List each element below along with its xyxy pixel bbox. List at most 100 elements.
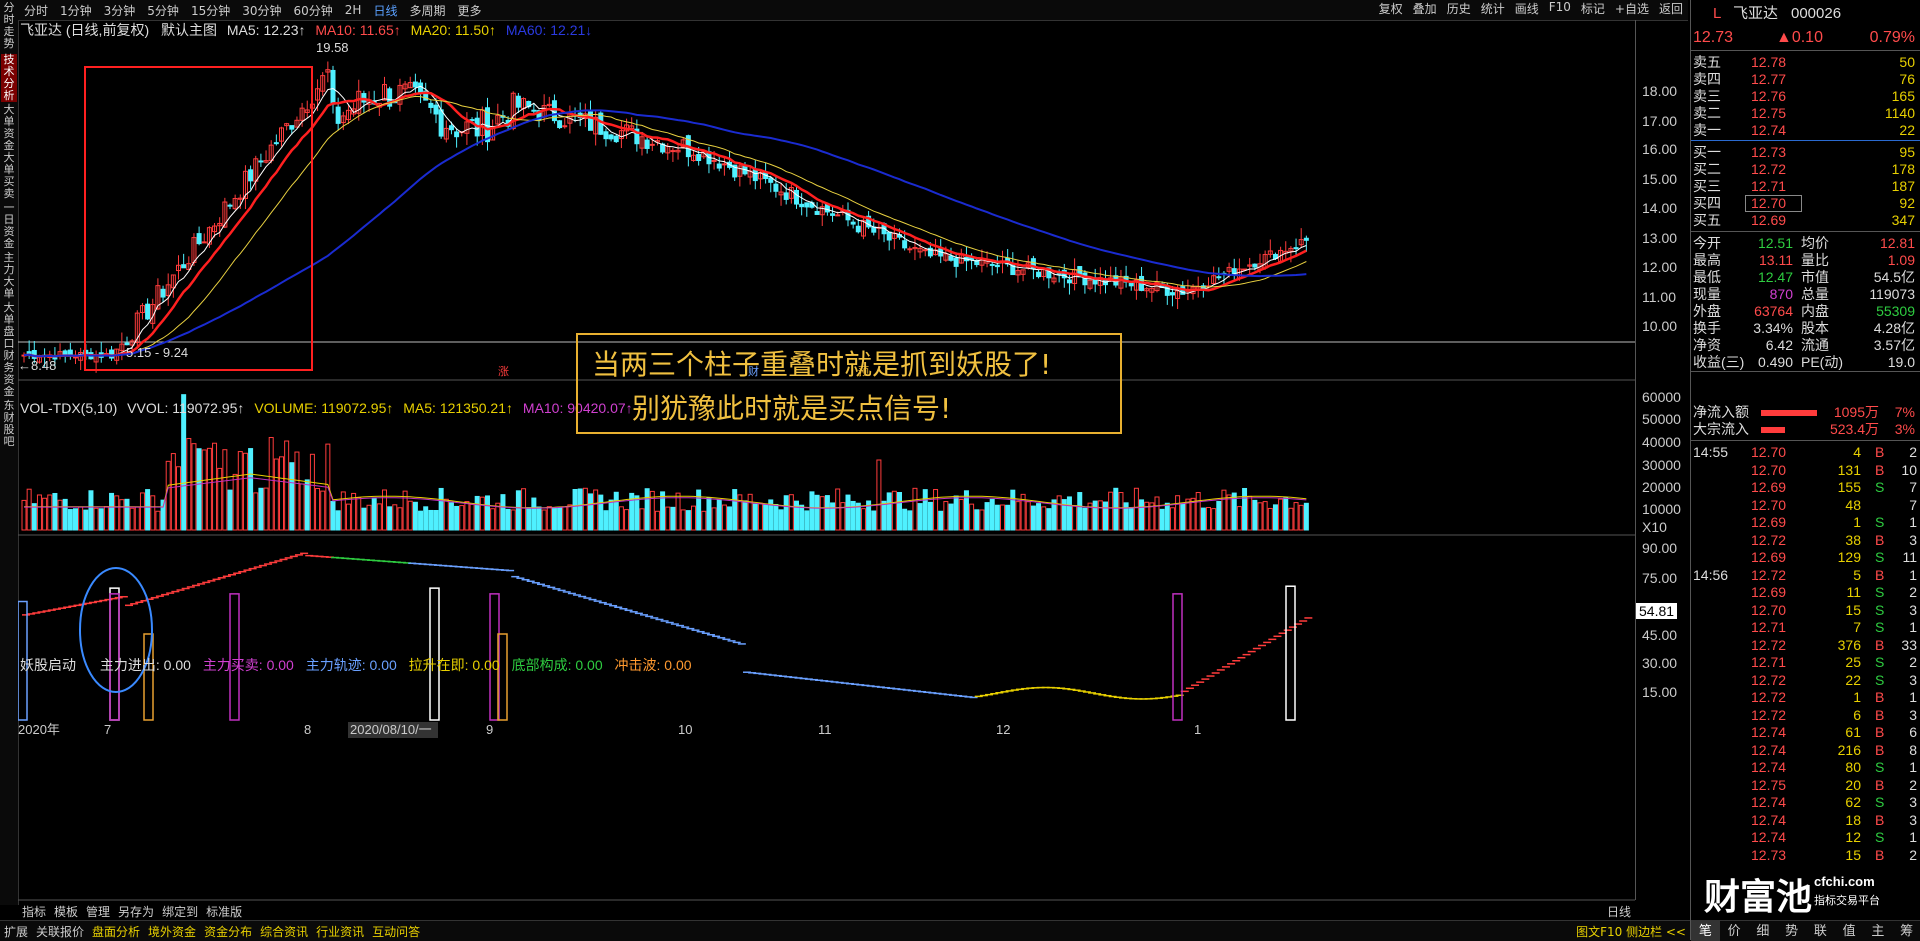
left-tab-7[interactable]: 大单盘口 <box>1 302 17 350</box>
volume-bar <box>258 487 264 531</box>
period-60min[interactable]: 60分钟 <box>288 2 339 19</box>
candle-body <box>871 226 877 233</box>
volume-bar <box>953 495 959 531</box>
bottom-tab-distribution[interactable]: 资金分布 <box>200 923 256 940</box>
chart-area[interactable]: 19.58 ←8.48 5.15 - 9.24 涨财预 2020年 7 8 2020/08/1… <box>18 20 1635 915</box>
period-label[interactable]: 日线 <box>1603 903 1635 920</box>
volume-bar <box>1092 500 1098 531</box>
ask-row: 卖三 12.76 165 <box>1691 88 1920 105</box>
quote-tab-7[interactable]: 主 <box>1864 921 1893 941</box>
indicator-title: 妖股启动 <box>20 657 76 673</box>
ask-volume: 165 <box>1891 88 1915 104</box>
left-tab-8[interactable]: 财务资金 <box>1 350 17 398</box>
stat-row: 现量 870 总量 119073 <box>1691 286 1920 303</box>
period-more[interactable]: 更多 <box>451 2 487 19</box>
volume-bar <box>1288 507 1294 531</box>
candle-body <box>330 69 336 105</box>
quote-tab-5[interactable]: 联 <box>1806 921 1835 941</box>
volume-bar <box>835 488 841 531</box>
tool-history[interactable]: 历史 <box>1442 0 1476 17</box>
left-tab-3[interactable]: 大单资金 <box>1 104 17 152</box>
bottom-sidebar-toggle[interactable]: 图文F10 侧边栏 << <box>1572 923 1690 940</box>
ma60-label: MA60: 12.21↓ <box>505 22 593 38</box>
sub-tool-indicator[interactable]: 指标 <box>18 903 50 920</box>
candle-body <box>258 160 264 163</box>
left-tab-5[interactable]: 一日资金 <box>1 202 17 250</box>
quote-tab-3[interactable]: 细 <box>1749 921 1778 941</box>
tool-overlay[interactable]: 叠加 <box>1408 0 1442 17</box>
quote-tab-2[interactable]: 价 <box>1720 921 1749 941</box>
volume-bar <box>582 487 588 531</box>
bottom-tab-qa[interactable]: 互动问答 <box>368 923 424 940</box>
tick-count: 8 <box>1909 741 1917 758</box>
period-5min[interactable]: 5分钟 <box>141 2 185 19</box>
period-2h[interactable]: 2H <box>339 3 368 17</box>
quote-tab-1[interactable]: 笔 <box>1691 921 1720 941</box>
volume-bar <box>531 497 537 531</box>
volume-bar <box>1226 494 1232 531</box>
volume-bar <box>1303 502 1309 531</box>
bottom-tab-news[interactable]: 综合资讯 <box>256 923 312 940</box>
quote-tab-4[interactable]: 势 <box>1777 921 1806 941</box>
tick-volume: 129 <box>1837 549 1861 565</box>
volume-bar <box>114 495 120 531</box>
tool-back[interactable]: 返回 <box>1654 0 1688 17</box>
volume-bar <box>356 496 362 531</box>
tick-volume: 376 <box>1837 636 1861 653</box>
sub-tool-standard[interactable]: 标准版 <box>202 903 246 920</box>
tick-price: 12.72 <box>1751 566 1787 583</box>
sub-tool-manage[interactable]: 管理 <box>82 903 114 920</box>
left-tab-9[interactable]: 东财股吧 <box>1 400 17 448</box>
tick-count: 1 <box>1909 619 1917 635</box>
left-tab-4[interactable]: 大单买卖 <box>1 152 17 200</box>
bid-price: 12.72 <box>1751 161 1787 177</box>
quote-tab-8[interactable]: 筹 <box>1892 921 1920 941</box>
quote-tab-6[interactable]: 值 <box>1835 921 1864 941</box>
period-multi[interactable]: 多周期 <box>403 2 451 19</box>
x-axis-label: 9 <box>486 722 493 737</box>
tick-price: 12.73 <box>1751 846 1787 863</box>
tick-row: 12.69 129 S 11 <box>1691 549 1920 566</box>
tool-add-watch[interactable]: +自选 <box>1610 0 1654 17</box>
tick-count: 7 <box>1909 496 1917 513</box>
quote-code: 000026 <box>1791 5 1842 22</box>
left-tab-2[interactable]: 技术分析 <box>1 54 17 102</box>
candle-body <box>289 125 295 130</box>
tool-stats[interactable]: 统计 <box>1476 0 1510 17</box>
flow-value: 1095万 <box>1833 404 1879 420</box>
volume-bar <box>814 494 820 531</box>
bottom-tab-foreign[interactable]: 境外资金 <box>144 923 200 940</box>
tool-fuquan[interactable]: 复权 <box>1374 0 1408 17</box>
tool-draw[interactable]: 画线 <box>1510 0 1544 17</box>
volume-bar <box>598 494 604 531</box>
period-toolbar: 分时 1分钟 3分钟 5分钟 15分钟 30分钟 60分钟 2H 日线 多周期 … <box>18 0 1688 21</box>
sub-tool-saveas[interactable]: 另存为 <box>114 903 158 920</box>
bottom-tab-industry[interactable]: 行业资讯 <box>312 923 368 940</box>
period-1min[interactable]: 1分钟 <box>54 2 98 19</box>
bottom-tab-related[interactable]: 关联报价 <box>32 923 88 940</box>
period-30min[interactable]: 30分钟 <box>236 2 287 19</box>
tick-volume: 20 <box>1845 776 1861 793</box>
left-tab-6[interactable]: 主力大单 <box>1 252 17 300</box>
volume-bar <box>546 506 552 531</box>
period-15min[interactable]: 15分钟 <box>185 2 236 19</box>
volume-bar <box>912 487 918 531</box>
tool-mark[interactable]: 标记 <box>1576 0 1610 17</box>
bottom-tab-expand[interactable]: 扩展 <box>0 923 32 940</box>
tick-volume: 6 <box>1853 706 1861 723</box>
sub-tool-template[interactable]: 模板 <box>50 903 82 920</box>
flow-pct: 7% <box>1894 404 1915 420</box>
volume-bar <box>263 487 269 531</box>
period-daily[interactable]: 日线 <box>367 2 403 19</box>
bottom-tab-analysis[interactable]: 盘面分析 <box>88 923 144 940</box>
period-3min[interactable]: 3分钟 <box>98 2 142 19</box>
volume-bar <box>1030 505 1036 531</box>
tick-direction: S <box>1875 829 1885 845</box>
quote-tabs: 笔价细势联值主筹 <box>1691 920 1920 941</box>
left-tab-1[interactable]: 分时走势 <box>1 2 17 50</box>
tool-f10[interactable]: F10 <box>1544 0 1576 17</box>
sub-tool-bind[interactable]: 绑定到 <box>158 903 202 920</box>
volume-bar <box>510 509 516 531</box>
main-chart-label[interactable]: 默认主图 <box>161 22 217 38</box>
period-fenshi[interactable]: 分时 <box>18 2 54 19</box>
